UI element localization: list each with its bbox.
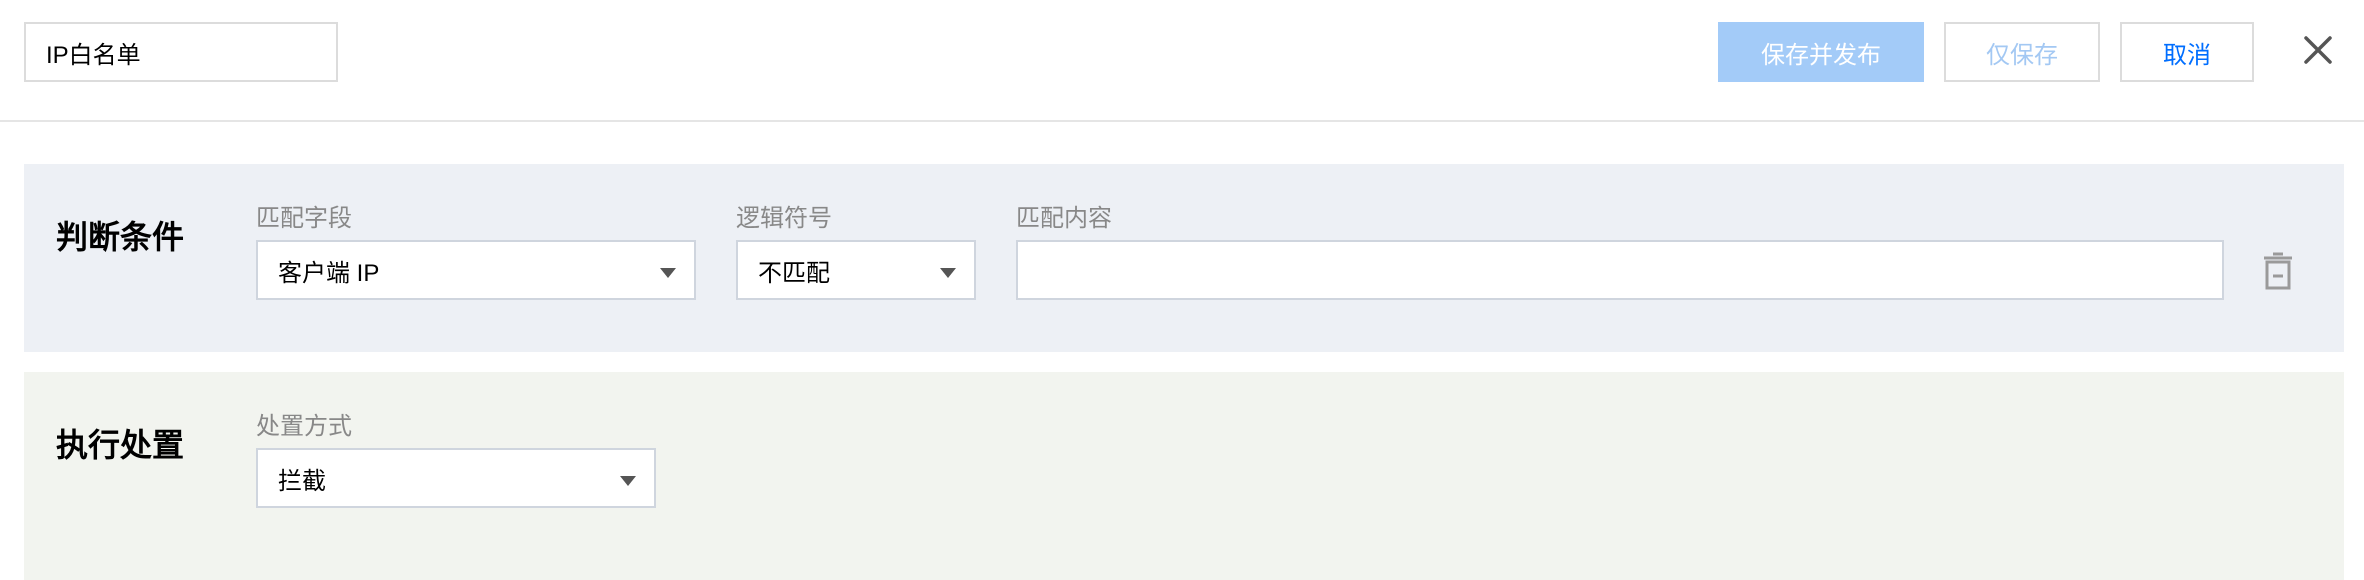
action-panel: 执行处置 处置方式 拦截 <box>24 372 2344 580</box>
match-field-label: 匹配字段 <box>256 205 352 232</box>
action-title: 执行处置 <box>56 427 185 463</box>
match-content-input[interactable] <box>1016 240 2224 300</box>
caret-down-icon <box>620 476 636 486</box>
condition-title: 判断条件 <box>56 219 185 255</box>
method-label: 处置方式 <box>256 413 352 440</box>
method-select[interactable]: 拦截 <box>256 448 656 508</box>
match-content-label: 匹配内容 <box>1016 205 1112 232</box>
operator-label: 逻辑符号 <box>736 205 832 232</box>
save-and-publish-button[interactable]: 保存并发布 <box>1718 22 1924 82</box>
editor-header: 保存并发布 仅保存 取消 <box>0 0 2364 122</box>
caret-down-icon <box>940 268 956 278</box>
close-icon[interactable] <box>2298 30 2338 70</box>
operator-value: 不匹配 <box>758 259 830 287</box>
match-field-select[interactable]: 客户端 IP <box>256 240 696 300</box>
save-only-button[interactable]: 仅保存 <box>1944 22 2100 82</box>
condition-panel: 判断条件 匹配字段 客户端 IP 逻辑符号 不匹配 匹配内容 <box>24 164 2344 352</box>
operator-select[interactable]: 不匹配 <box>736 240 976 300</box>
trash-icon[interactable] <box>2258 252 2298 292</box>
match-field-value: 客户端 IP <box>278 259 380 287</box>
cancel-button[interactable]: 取消 <box>2120 22 2254 82</box>
method-value: 拦截 <box>278 467 326 495</box>
rule-name-input[interactable] <box>24 22 338 82</box>
caret-down-icon <box>660 268 676 278</box>
